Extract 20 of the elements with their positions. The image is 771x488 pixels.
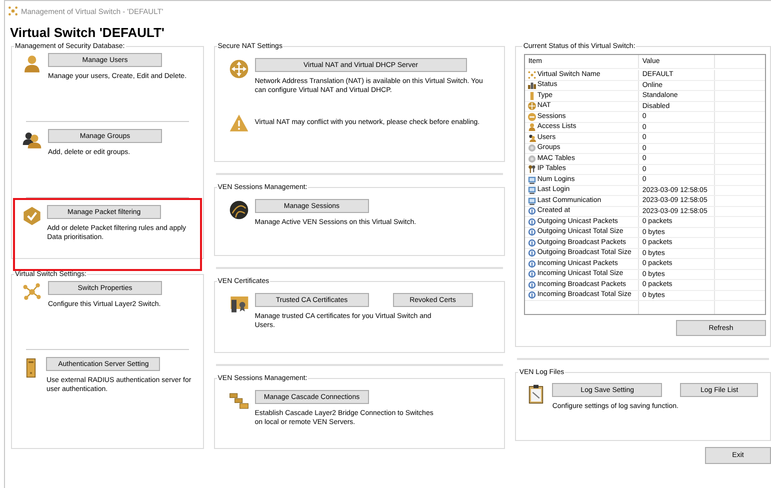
people-icon [22, 130, 42, 150]
page-heading: Virtual Switch 'DEFAULT' [9, 24, 166, 42]
certificate-icon [228, 294, 249, 314]
warning-icon [228, 113, 249, 133]
disc-icon [528, 144, 536, 152]
network-icon [8, 6, 18, 16]
network-icon [528, 70, 536, 79]
people-icon [528, 134, 536, 142]
network-icon [22, 282, 42, 302]
cascade-icon [228, 391, 249, 411]
key-icon [528, 165, 536, 174]
minus-icon [528, 112, 536, 121]
checkmark-icon [22, 206, 42, 226]
monitor-icon [528, 196, 536, 205]
person-icon [22, 54, 42, 74]
bar-chart-icon [528, 81, 536, 90]
person-icon [528, 123, 536, 132]
monitor-icon [528, 186, 536, 194]
monitor-icon [528, 176, 536, 184]
disc-icon [528, 154, 536, 163]
